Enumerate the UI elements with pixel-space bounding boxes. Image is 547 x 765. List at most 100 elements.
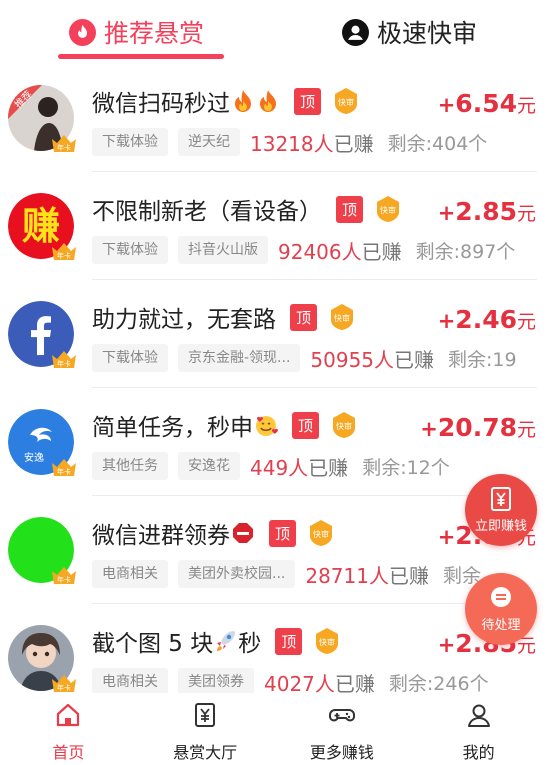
task-app-tag: 逆天纪: [178, 128, 240, 156]
svg-text:年卡: 年卡: [57, 251, 71, 260]
fast-review-badge-icon: 快审: [327, 302, 357, 332]
task-app-tag: 京东金融-领现...: [178, 344, 301, 372]
task-title: 不限制新老（看设备）: [92, 199, 322, 225]
pinned-top-badge: 顶: [292, 411, 319, 439]
fire-icon: [256, 88, 280, 114]
reward-price: +6.54元: [437, 89, 536, 118]
earned-suffix: 已赚: [308, 455, 349, 480]
svg-text:年卡: 年卡: [57, 683, 71, 692]
task-title: 微信进群领券: [92, 523, 230, 549]
chat-bubble-icon: [488, 585, 514, 611]
home-icon: [54, 701, 82, 729]
pinned-top-badge: 顶: [336, 195, 363, 223]
pinned-top-badge: 顶: [294, 87, 321, 115]
task-title: 截个图 5 块: [92, 631, 214, 657]
reward-price: +2.46元: [437, 305, 536, 334]
svg-text:安逸: 安逸: [24, 451, 44, 464]
task-avatar: 推荐 年卡: [8, 85, 76, 152]
svg-text:年卡: 年卡: [57, 359, 71, 368]
earn-now-label: 立即赚钱: [474, 519, 527, 534]
task-title-suffix: 秒: [238, 631, 262, 657]
svg-text:年卡: 年卡: [57, 143, 71, 152]
fast-review-badge-icon: 快审: [329, 410, 359, 440]
rocket-icon: [214, 628, 238, 654]
task-avatar: 年卡: [8, 517, 76, 584]
task-category-tag: 下载体验: [92, 128, 168, 156]
task-row[interactable]: 推荐 年卡 微信扫码秒过 顶 快审 下载体验 逆天纪 13218人 已赚 剩余:4…: [0, 64, 547, 172]
nav-home[interactable]: 首页: [0, 693, 137, 765]
active-tab-indicator: [58, 54, 224, 59]
nav-label: 悬赏大厅: [173, 743, 238, 762]
task-app-tag: 美团领券: [178, 668, 254, 696]
svg-text:快审: 快审: [380, 205, 396, 215]
fast-review-badge-icon: 快审: [373, 194, 403, 224]
bottom-navigation: 首页 悬赏大厅 更多赚钱 我的: [0, 693, 547, 765]
fast-review-badge-icon: 快审: [331, 86, 361, 116]
flame-icon: [68, 18, 96, 46]
year-card-badge-icon: 年卡: [50, 457, 78, 477]
task-row[interactable]: 年卡 助力就过，无套路 顶 快审 下载体验 京东金融-领现... 50955人已…: [0, 280, 547, 388]
smiling-hearts-icon: [254, 412, 278, 438]
task-category-tag: 下载体验: [92, 344, 168, 372]
svg-text:快审: 快审: [319, 637, 335, 647]
nav-label: 首页: [52, 743, 85, 762]
earn-now-button[interactable]: 立即赚钱: [465, 474, 537, 546]
task-avatar: 年卡: [8, 301, 76, 368]
task-app-tag: 美团外卖校园...: [178, 560, 296, 588]
tab-label: 推荐悬赏: [103, 19, 204, 48]
task-avatar: 赚 年卡: [8, 193, 76, 260]
earned-count: 92406人: [278, 239, 362, 264]
tab-label: 极速快审: [376, 19, 477, 48]
nav-bounty-hall[interactable]: 悬赏大厅: [137, 693, 274, 765]
svg-text:快审: 快审: [334, 313, 350, 323]
nav-more-earn[interactable]: 更多赚钱: [274, 693, 411, 765]
year-card-badge-icon: 年卡: [50, 133, 78, 153]
user-circle-icon: [341, 18, 369, 46]
svg-text:快审: 快审: [336, 421, 352, 431]
pinned-top-badge: 顶: [275, 627, 303, 655]
remaining-count: 剩余:246个: [388, 672, 489, 695]
nav-mine[interactable]: 我的: [410, 693, 547, 765]
task-avatar: 年卡: [8, 625, 76, 692]
earned-suffix: 已赚: [388, 563, 429, 588]
fast-review-badge-icon: 快审: [306, 518, 336, 548]
year-card-badge-icon: 年卡: [50, 349, 78, 369]
tab-fast-review[interactable]: 极速快审: [273, 0, 546, 64]
task-row[interactable]: 赚 年卡 不限制新老（看设备） 顶 快审 下载体验 抖音火山版 92406人 已赚…: [0, 172, 547, 280]
task-category-tag: 其他任务: [92, 452, 168, 480]
task-category-tag: 电商相关: [92, 668, 168, 696]
task-app-tag: 抖音火山版: [178, 236, 268, 264]
yuan-doc-icon: [191, 701, 219, 729]
year-card-badge-icon: 年卡: [50, 241, 78, 261]
earned-suffix: 已赚: [394, 347, 435, 372]
svg-text:年卡: 年卡: [57, 575, 71, 584]
svg-text:年卡: 年卡: [57, 467, 71, 476]
pinned-top-badge: 顶: [290, 303, 317, 331]
stop-sign-icon: [231, 520, 255, 546]
earned-count: 13218人: [250, 131, 334, 156]
earned-count: 50955人: [310, 347, 395, 372]
top-tab-bar: 推荐悬赏 极速快审: [0, 0, 547, 64]
task-hall-page: 推荐悬赏 极速快审 推荐 年卡 微信扫码秒过 顶 快审 下载体验 逆天纪 132…: [0, 0, 547, 765]
pending-button[interactable]: 待处理: [465, 573, 537, 645]
task-category-tag: 下载体验: [92, 236, 168, 264]
task-title: 助力就过，无套路: [92, 307, 276, 333]
nav-label: 更多赚钱: [309, 743, 374, 762]
earned-count: 449人: [250, 455, 309, 480]
task-title: 简单任务，秒申: [92, 415, 253, 441]
fast-review-badge-icon: 快审: [312, 626, 342, 656]
nav-label: 我的: [462, 743, 495, 762]
earned-suffix: 已赚: [361, 239, 402, 264]
earned-suffix: 已赚: [333, 131, 374, 156]
remaining-count: 剩余:12个: [362, 456, 450, 479]
year-card-badge-icon: 年卡: [50, 673, 78, 693]
remaining-count: 剩余:897个: [415, 240, 516, 263]
task-row[interactable]: 安逸 年卡 简单任务，秒申 顶 快审 其他任务 安逸花 449人 已赚 剩余:12…: [0, 388, 547, 496]
remaining-count: 剩余:19: [448, 348, 517, 371]
task-category-tag: 电商相关: [92, 560, 168, 588]
remaining-count: 剩余:404个: [387, 132, 488, 155]
svg-text:快审: 快审: [313, 529, 329, 539]
task-avatar: 安逸 年卡: [8, 409, 76, 476]
fire-icon: [231, 88, 255, 114]
earned-count: 28711人: [305, 563, 389, 588]
